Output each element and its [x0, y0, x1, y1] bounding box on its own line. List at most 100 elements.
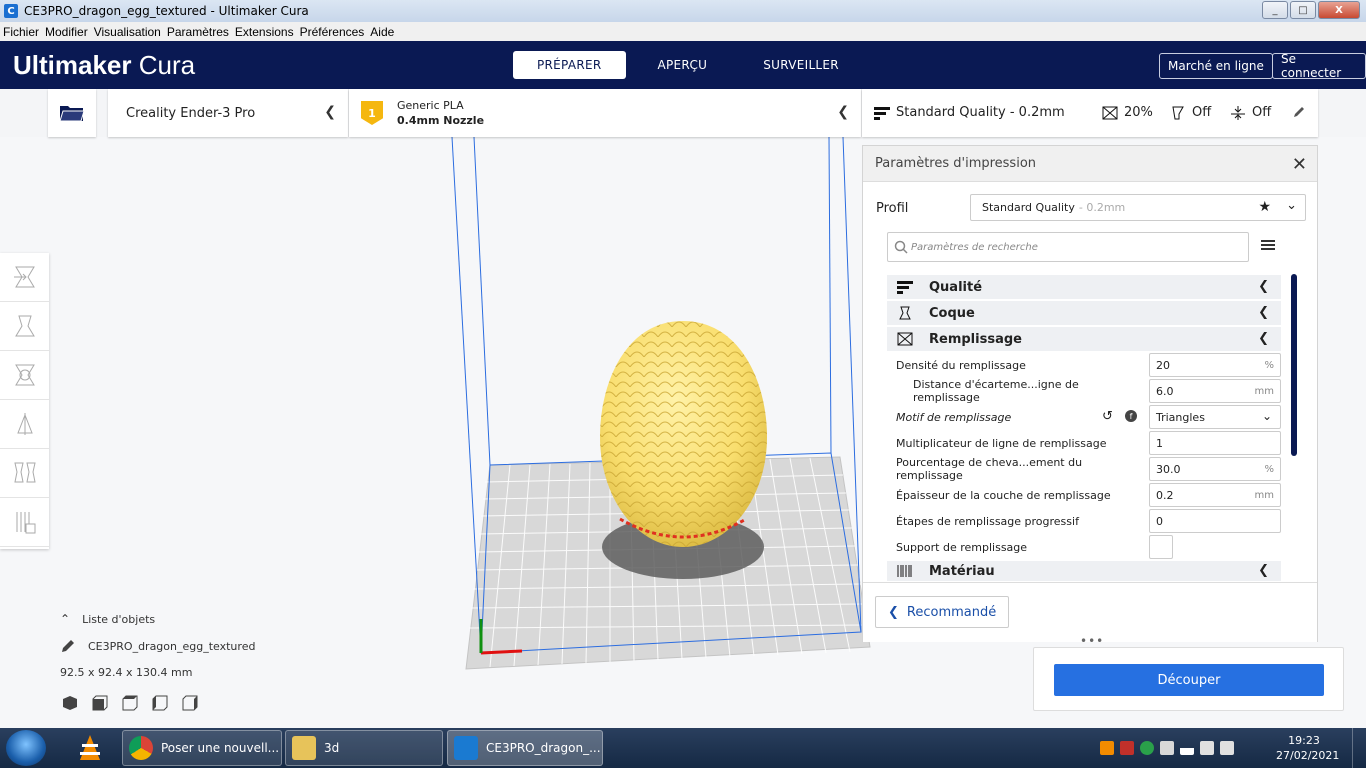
volume-icon[interactable]	[1220, 741, 1234, 755]
menu-view[interactable]: Visualisation	[94, 25, 161, 39]
panel-resize-grip[interactable]: •••	[1080, 634, 1104, 648]
vlc-pinned[interactable]	[72, 730, 108, 766]
support-blocker-tool[interactable]	[0, 498, 49, 547]
settings-search-input[interactable]: Paramètres de recherche	[887, 232, 1249, 262]
clock[interactable]: 19:23 27/02/2021	[1276, 733, 1339, 763]
tray-app-icon[interactable]	[1140, 741, 1154, 755]
view-top-button[interactable]	[122, 695, 138, 711]
system-tray	[1100, 728, 1234, 768]
chevron-left-icon: ❮	[888, 604, 899, 620]
marketplace-button[interactable]: Marché en ligne	[1159, 53, 1273, 79]
menu-settings[interactable]: Paramètres	[167, 25, 229, 39]
material-selector[interactable]: 1 Generic PLA 0.4mm Nozzle ❮	[349, 89, 861, 137]
setting-gradual-infill-steps: Étapes de remplissage progressif 0	[896, 509, 1282, 533]
show-desktop-button[interactable]	[1352, 728, 1366, 768]
infill-line-distance-input[interactable]: 6.0 mm	[1149, 379, 1281, 403]
tab-prepare[interactable]: PRÉPARER	[513, 51, 626, 79]
infill-support-checkbox[interactable]	[1149, 535, 1173, 559]
machine-selector[interactable]: Creality Ender-3 Pro ❮	[108, 89, 348, 137]
cube-right-icon	[182, 695, 198, 711]
view-right-button[interactable]	[182, 695, 198, 711]
infill-value: 20%	[1124, 105, 1153, 120]
brand-logo: Ultimaker Cura	[13, 50, 196, 80]
setting-infill-pattern: Motif de remplissage ↺ f Triangles ⌄	[896, 405, 1282, 429]
chevron-left-icon: ❮	[837, 104, 849, 120]
move-tool[interactable]	[0, 253, 49, 302]
gradual-infill-steps-input[interactable]: 0	[1149, 509, 1281, 533]
menu-bar: Fichier Modifier Visualisation Paramètre…	[0, 22, 1366, 41]
menu-extensions[interactable]: Extensions	[235, 25, 294, 39]
taskbar-explorer[interactable]: 3d	[285, 730, 443, 766]
category-shell[interactable]: Coque ❮	[887, 301, 1281, 325]
menu-edit[interactable]: Modifier	[45, 25, 88, 39]
tray-app-icon[interactable]	[1100, 741, 1114, 755]
scale-icon	[14, 315, 35, 337]
open-file-button[interactable]	[48, 89, 96, 137]
network-icon[interactable]	[1180, 741, 1194, 755]
setting-infill-layer-thickness: Épaisseur de la couche de remplissage 0.…	[896, 483, 1282, 507]
chevron-down-icon: ⌄	[1261, 409, 1272, 423]
category-label: Qualité	[929, 279, 983, 295]
infill-pattern-dropdown[interactable]: Triangles ⌄	[1149, 405, 1281, 429]
menu-file[interactable]: Fichier	[3, 25, 39, 39]
taskbar-chrome[interactable]: Poser une nouvell...	[122, 730, 282, 766]
mirror-icon	[16, 413, 33, 435]
infill-density-input[interactable]: 20%	[1149, 353, 1281, 377]
infill-layer-thickness-input[interactable]: 0.2 mm	[1149, 483, 1281, 507]
cura-icon	[454, 736, 478, 760]
infill-multiplier-input[interactable]: 1	[1149, 431, 1281, 455]
signin-button[interactable]: Se connecter	[1272, 52, 1366, 80]
hamburger-menu-icon[interactable]	[1261, 238, 1275, 252]
start-button[interactable]	[6, 730, 46, 766]
object-list-toggle[interactable]: ⌃ Liste d'objets	[60, 612, 255, 626]
infill-overlap-input[interactable]: 30.0%	[1149, 457, 1281, 481]
cube-top-icon	[122, 695, 138, 711]
category-material[interactable]: Matériau ❮	[887, 561, 1281, 581]
cube-front-icon	[92, 695, 108, 711]
maximize-button[interactable]: □	[1290, 1, 1316, 19]
profile-dropdown[interactable]: Standard Quality - 0.2mm ★ ⌄	[970, 194, 1306, 221]
view-3d-button[interactable]	[62, 695, 78, 711]
chevron-left-icon: ❮	[324, 104, 336, 120]
mirror-tool[interactable]	[0, 400, 49, 449]
category-label: Remplissage	[929, 331, 1022, 347]
object-list-item[interactable]: CE3PRO_dragon_egg_textured	[60, 638, 255, 654]
tray-app-icon[interactable]	[1160, 741, 1174, 755]
menu-help[interactable]: Aide	[370, 25, 394, 39]
minimize-button[interactable]: _	[1262, 1, 1288, 19]
reset-icon[interactable]: ↺	[1102, 409, 1113, 424]
flag-icon[interactable]	[1200, 741, 1214, 755]
taskbar-cura[interactable]: CE3PRO_dragon_...	[447, 730, 603, 766]
view-left-button[interactable]	[152, 695, 168, 711]
category-quality[interactable]: Qualité ❮	[887, 275, 1281, 299]
settings-scrollbar[interactable]	[1291, 274, 1297, 456]
slice-button[interactable]: Découper	[1054, 664, 1324, 696]
close-icon[interactable]: ✕	[1292, 154, 1307, 175]
cube-3d-icon	[63, 696, 77, 710]
chevron-left-icon: ❮	[1258, 563, 1269, 578]
close-window-button[interactable]: X	[1318, 1, 1360, 19]
recommended-button[interactable]: ❮ Recommandé	[875, 596, 1010, 628]
profile-layer-height: - 0.2mm	[1078, 201, 1126, 214]
per-model-settings-tool[interactable]	[0, 449, 49, 498]
function-icon[interactable]: f	[1125, 410, 1137, 422]
setting-infill-multiplier: Multiplicateur de ligne de remplissage 1	[896, 431, 1282, 455]
extruder-badge-icon: 1	[361, 101, 383, 125]
tab-preview[interactable]: APERÇU	[634, 51, 732, 79]
scale-tool[interactable]	[0, 302, 49, 351]
infill-icon	[897, 332, 913, 346]
support-icon	[1172, 106, 1184, 119]
category-label: Coque	[929, 305, 975, 321]
tray-app-icon[interactable]	[1120, 741, 1134, 755]
tab-monitor[interactable]: SURVEILLER	[739, 51, 863, 79]
pencil-icon	[1294, 107, 1304, 117]
star-icon[interactable]: ★	[1258, 199, 1271, 215]
menu-preferences[interactable]: Préférences	[300, 25, 365, 39]
search-icon	[894, 240, 908, 254]
print-setup-selector[interactable]: Standard Quality - 0.2mm 20% Off Off	[862, 89, 1318, 137]
pencil-icon	[62, 640, 74, 652]
view-front-button[interactable]	[92, 695, 108, 711]
rotate-tool[interactable]	[0, 351, 49, 400]
vlc-icon	[80, 735, 100, 760]
category-infill[interactable]: Remplissage ❮	[887, 327, 1281, 351]
